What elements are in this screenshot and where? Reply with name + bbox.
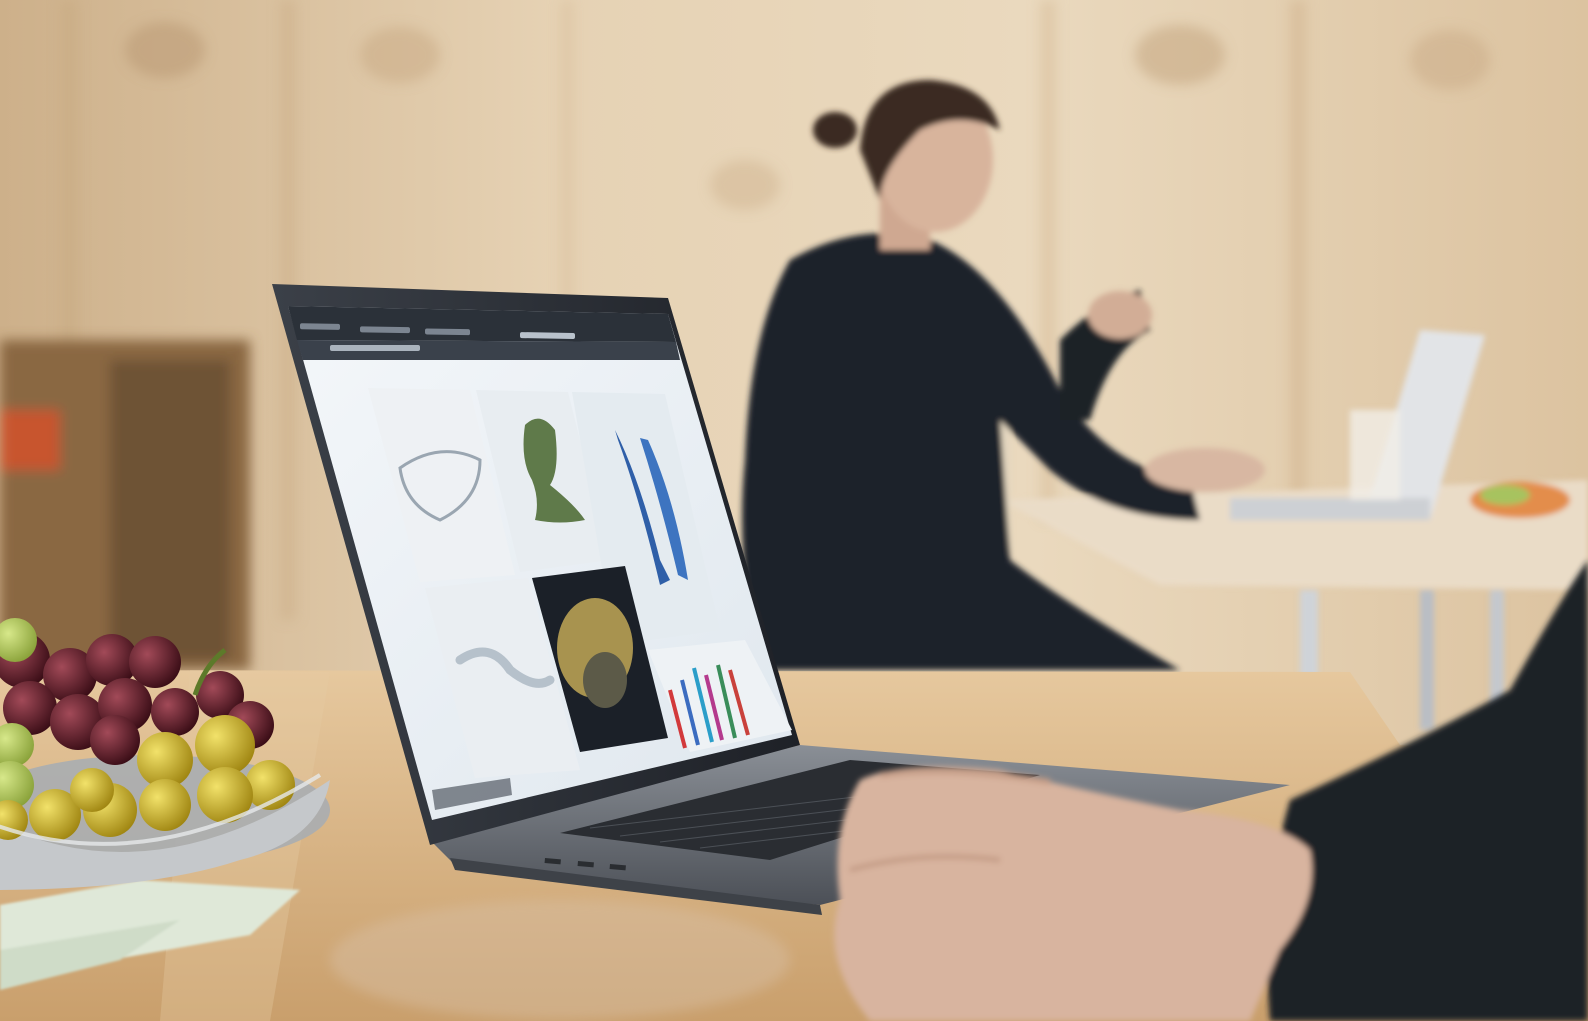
scene-svg [0, 0, 1588, 1021]
table-reflection [330, 900, 790, 1020]
photo-scene [0, 0, 1588, 1021]
cabinet-left [0, 340, 250, 670]
